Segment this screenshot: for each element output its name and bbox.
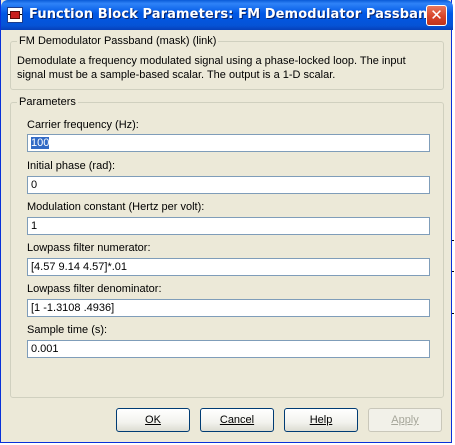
apply-button[interactable]: Apply xyxy=(368,408,442,432)
lowpass-numerator-label: Lowpass filter numerator: xyxy=(27,242,151,254)
background-artifact xyxy=(452,313,454,314)
lowpass-denominator-label: Lowpass filter denominator: xyxy=(27,283,162,295)
block-description: Demodulate a frequency modulated signal … xyxy=(17,55,406,81)
background-artifact xyxy=(452,240,454,241)
close-button[interactable]: ✕ xyxy=(426,5,447,26)
lowpass-numerator-input[interactable]: [4.57 9.14 4.57]*.01 xyxy=(27,258,430,276)
background-artifact xyxy=(452,271,454,272)
carrier-frequency-input[interactable]: 100 xyxy=(27,134,430,152)
cancel-button[interactable]: Cancel xyxy=(200,408,274,432)
dialog-window: Function Block Parameters: FM Demodulato… xyxy=(0,0,453,443)
description-group: FM Demodulator Passband (mask) (link) De… xyxy=(10,35,444,90)
parameters-legend: Parameters xyxy=(17,96,78,108)
window-title: Function Block Parameters: FM Demodulato… xyxy=(29,7,437,22)
help-button[interactable]: Help xyxy=(284,408,358,432)
lowpass-denominator-input[interactable]: [1 -1.3108 .4936] xyxy=(27,299,430,317)
title-bar[interactable]: Function Block Parameters: FM Demodulato… xyxy=(1,0,453,30)
initial-phase-input[interactable]: 0 xyxy=(27,176,430,194)
initial-phase-label: Initial phase (rad): xyxy=(27,160,116,172)
carrier-frequency-label: Carrier frequency (Hz): xyxy=(27,119,139,131)
simulink-block-icon xyxy=(7,7,23,23)
sample-time-label: Sample time (s): xyxy=(27,324,108,336)
sample-time-input[interactable]: 0.001 xyxy=(27,340,430,358)
ok-button[interactable]: OK xyxy=(116,408,190,432)
modulation-constant-input[interactable]: 1 xyxy=(27,217,430,235)
description-legend: FM Demodulator Passband (mask) (link) xyxy=(17,35,219,47)
modulation-constant-label: Modulation constant (Hertz per volt): xyxy=(27,201,205,213)
carrier-frequency-value: 100 xyxy=(31,137,50,149)
